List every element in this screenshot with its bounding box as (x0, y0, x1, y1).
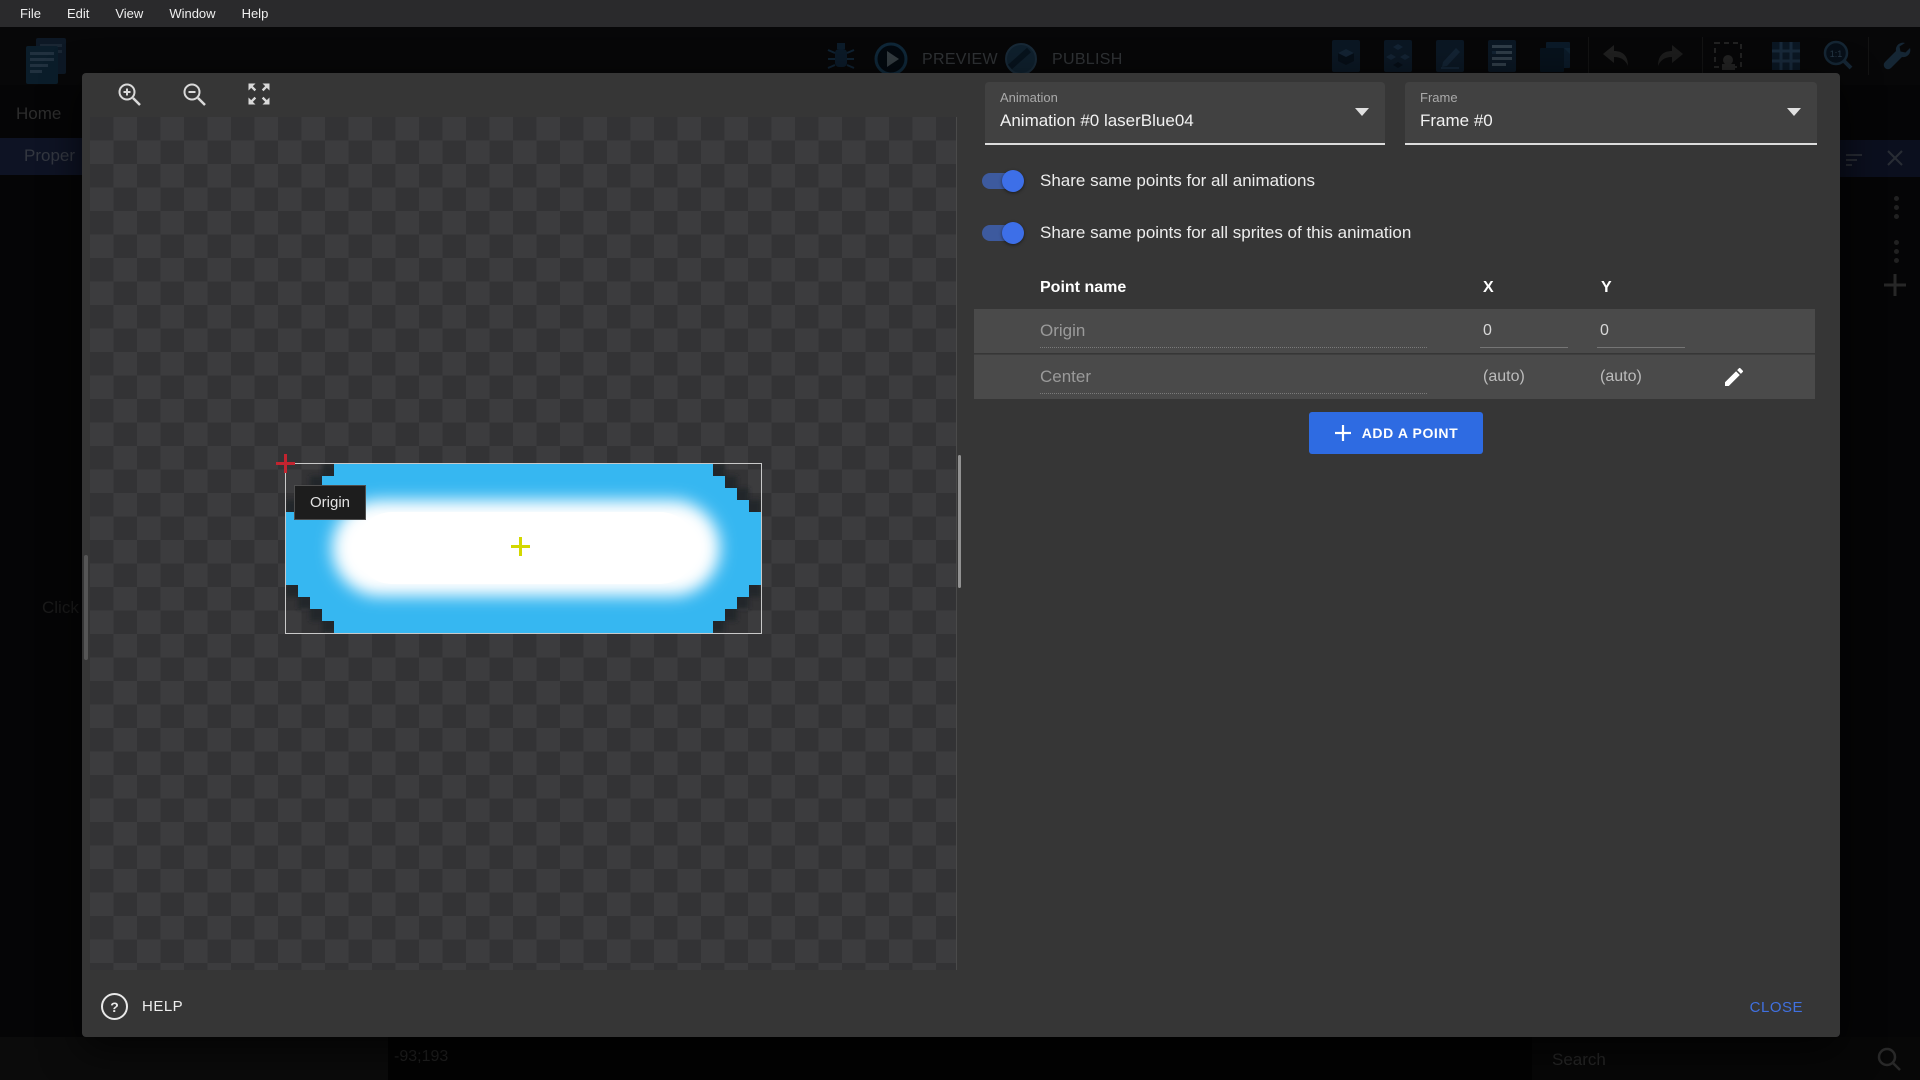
point-x-value: (auto) (1483, 355, 1525, 399)
menu-view[interactable]: View (115, 6, 143, 21)
frame-select-label: Frame (1420, 90, 1458, 105)
animation-select-label: Animation (1000, 90, 1058, 105)
share-points-animations-toggle[interactable] (982, 173, 1022, 189)
animation-select-value: Animation #0 laserBlue04 (1000, 111, 1194, 131)
center-point-marker[interactable] (511, 537, 530, 556)
point-row-origin[interactable]: Origin 0 0 (974, 309, 1815, 353)
share-points-sprites-label: Share same points for all sprites of thi… (1040, 223, 1411, 243)
frame-select-value: Frame #0 (1420, 111, 1493, 131)
column-header-point-name: Point name (1040, 279, 1126, 297)
zoom-out-button[interactable] (179, 79, 209, 109)
help-icon: ? (101, 993, 128, 1020)
menu-edit[interactable]: Edit (67, 6, 89, 21)
canvas-vertical-scrollbar[interactable] (958, 455, 961, 588)
x-field-underline (1480, 347, 1568, 348)
help-button[interactable]: ? HELP (101, 993, 183, 1020)
origin-point-marker[interactable] (276, 454, 295, 473)
column-header-y: Y (1601, 279, 1612, 297)
add-a-point-label: ADD A POINT (1362, 425, 1459, 441)
edit-points-dialog: Origin Animation Animation #0 laserBlue0… (82, 73, 1840, 1037)
origin-tooltip: Origin (294, 485, 366, 520)
fit-to-view-button[interactable] (244, 79, 274, 109)
menu-file[interactable]: File (20, 6, 41, 21)
origin-tooltip-label: Origin (310, 494, 350, 511)
plus-icon (1334, 424, 1352, 442)
canvas-left-scrollbar[interactable] (84, 555, 88, 660)
y-field-underline (1597, 347, 1685, 348)
frame-select[interactable]: Frame Frame #0 (1405, 82, 1817, 145)
point-y-value: (auto) (1600, 355, 1642, 399)
edit-center-point-icon[interactable] (1722, 365, 1746, 389)
help-label: HELP (142, 998, 183, 1015)
add-a-point-button[interactable]: ADD A POINT (1309, 412, 1483, 454)
share-points-sprites-toggle[interactable] (982, 225, 1022, 241)
share-points-animations-label: Share same points for all animations (1040, 171, 1315, 191)
zoom-in-button[interactable] (114, 79, 144, 109)
close-button[interactable]: CLOSE (1744, 998, 1809, 1017)
column-header-x: X (1483, 279, 1494, 297)
animation-select[interactable]: Animation Animation #0 laserBlue04 (985, 82, 1385, 145)
chevron-down-icon (1787, 108, 1801, 116)
chevron-down-icon (1355, 108, 1369, 116)
app-screen: File Edit View Window Help PREVIEW PUBLI… (0, 0, 1920, 1080)
menu-bar: File Edit View Window Help (0, 0, 1920, 27)
name-field-underline (1040, 347, 1427, 348)
name-field-underline (1040, 393, 1427, 394)
canvas-divider (956, 117, 957, 970)
menu-window[interactable]: Window (169, 6, 215, 21)
point-row-center[interactable]: Center (auto) (auto) (974, 354, 1815, 399)
menu-help[interactable]: Help (242, 6, 269, 21)
